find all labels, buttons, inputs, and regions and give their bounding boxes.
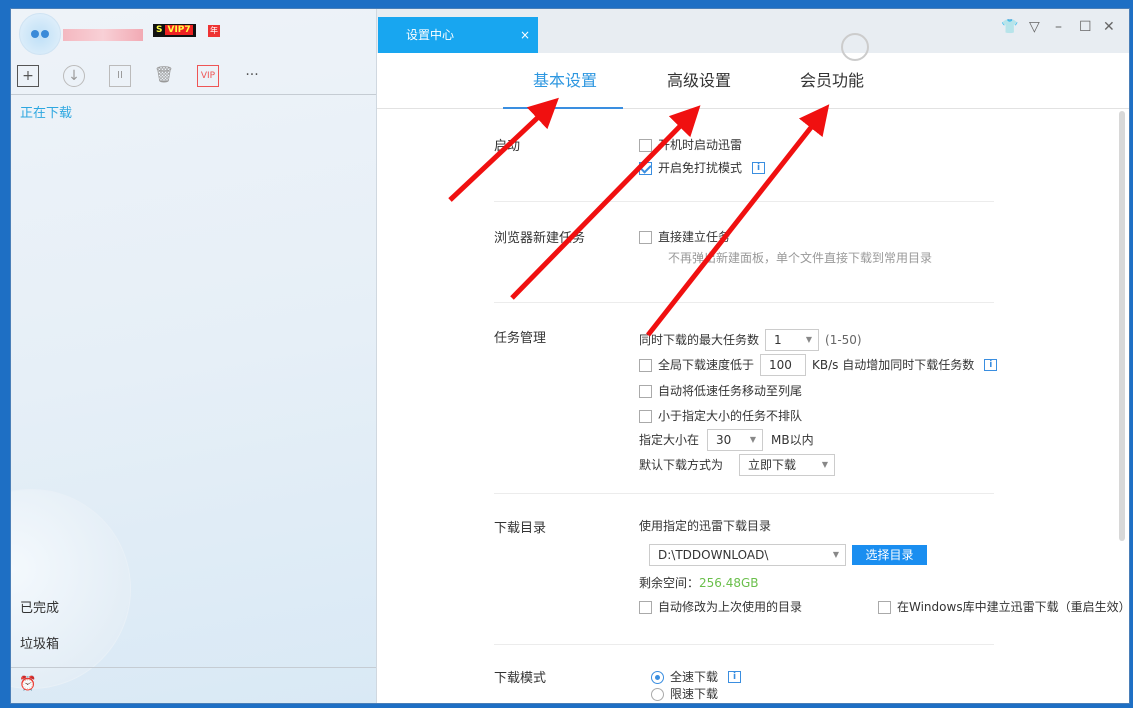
startup-text: 开机时启动迅雷 (658, 138, 743, 152)
divider (494, 644, 994, 645)
browser-label: 浏览器新建任务 (494, 231, 586, 246)
speed-suffix: KB/s 自动增加同时下载任务数 (812, 358, 975, 372)
max-tasks-range: (1-50) (825, 333, 862, 347)
chevron-down-icon: ▼ (821, 460, 829, 469)
max-tasks-value: 1 (774, 333, 782, 347)
chevron-down-icon: ▼ (749, 435, 757, 444)
move-slow-text: 自动将低速任务移动至列尾 (658, 384, 803, 398)
speed-input[interactable]: 100 (760, 354, 807, 376)
divider (494, 493, 994, 494)
size-value: 30 (716, 433, 732, 447)
info-icon[interactable]: i (984, 359, 998, 371)
speed-label: 全局下载速度低于 (658, 358, 755, 372)
info-icon[interactable]: i (752, 162, 766, 174)
win-lib-text: 在Windows库中建立迅雷下载（重启生效） (897, 600, 1130, 614)
app-window: S VIP7 年 + ↓ II 🗑 VIP ··· 正在下载 已完成 垃圾箱 ⏰ … (10, 8, 1130, 704)
chevron-down-icon: ▼ (832, 550, 839, 559)
full-speed-radio[interactable] (651, 670, 664, 684)
speed-checkbox[interactable] (639, 358, 652, 372)
max-tasks-label: 同时下载的最大任务数 (639, 333, 760, 347)
move-slow-checkbox[interactable] (639, 384, 652, 398)
divider (494, 201, 994, 202)
max-tasks-select[interactable]: 1 ▼ (765, 329, 820, 351)
auto-last-dir-text: 自动修改为上次使用的目录 (658, 600, 803, 614)
settings-content: 启动 开机时启动迅雷 开启免打扰模式 i 浏览器新建任务 直接建立任务 不再弹出新… (11, 9, 1129, 701)
dnd-checkbox[interactable] (639, 161, 652, 175)
choose-dir-button[interactable]: 选择目录 (852, 545, 927, 565)
limit-speed-text: 限速下载 (670, 687, 719, 701)
default-mode-select[interactable]: 立即下载 ▼ (739, 454, 836, 476)
dir-path-select[interactable]: D:\TDDOWNLOAD\ ▼ (649, 544, 846, 566)
direct-task-checkbox[interactable] (639, 230, 652, 244)
free-space-value: 256.48GB (699, 576, 759, 590)
dir-label: 下载目录 (494, 521, 547, 536)
dir-path-value: D:\TDDOWNLOAD\ (658, 548, 769, 562)
win-lib-checkbox[interactable] (878, 600, 891, 614)
size-select[interactable]: 30 ▼ (707, 429, 764, 451)
size-suffix: MB以内 (771, 433, 814, 447)
startup-checkbox[interactable] (639, 138, 652, 152)
use-dir-label: 使用指定的迅雷下载目录 (639, 519, 772, 533)
dnd-text: 开启免打扰模式 (658, 161, 743, 175)
size-label: 指定大小在 (639, 433, 700, 447)
small-noqueue-text: 小于指定大小的任务不排队 (658, 409, 803, 423)
divider (494, 302, 994, 303)
free-space-label: 剩余空间： (639, 576, 700, 590)
limit-speed-radio[interactable] (651, 687, 664, 701)
default-mode-label: 默认下载方式为 (639, 458, 724, 472)
direct-task-text: 直接建立任务 (658, 230, 731, 244)
mode-label: 下载模式 (494, 671, 547, 686)
direct-task-hint: 不再弹出新建面板，单个文件直接下载到常用目录 (668, 251, 933, 265)
full-speed-text: 全速下载 (670, 670, 719, 684)
chevron-down-icon: ▼ (805, 335, 813, 344)
default-mode-value: 立即下载 (748, 458, 797, 472)
info-icon[interactable]: i (728, 671, 742, 683)
auto-last-dir-checkbox[interactable] (639, 600, 652, 614)
startup-label: 启动 (494, 139, 521, 154)
small-noqueue-checkbox[interactable] (639, 409, 652, 423)
task-label: 任务管理 (494, 331, 547, 346)
